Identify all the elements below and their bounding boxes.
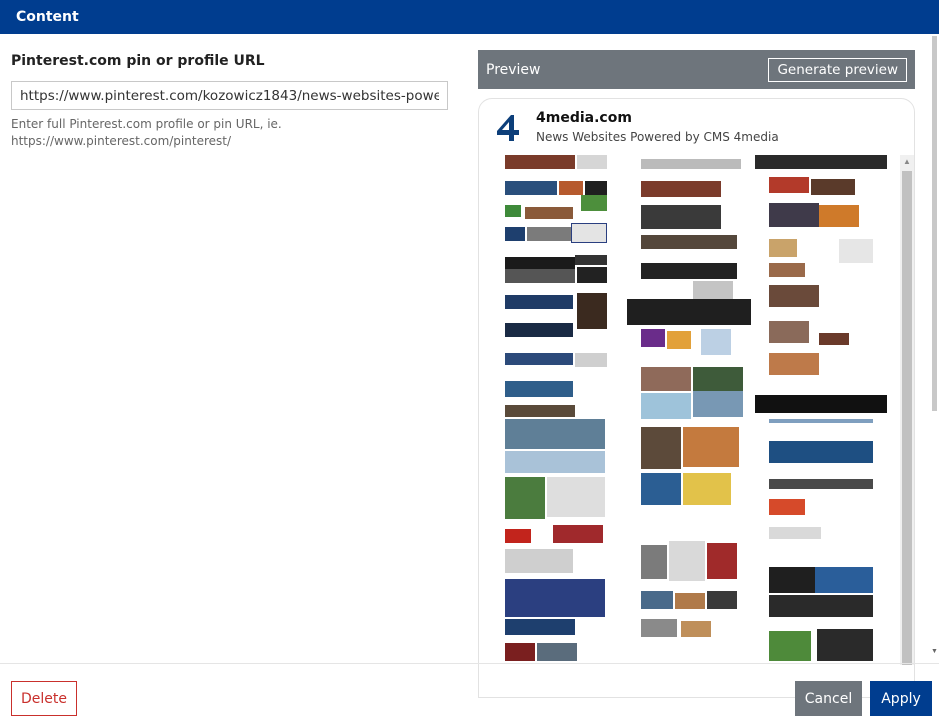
scroll-down-arrow-icon[interactable]: ▼ [930, 648, 939, 657]
website-screenshot-column [621, 155, 755, 665]
help-text-example: https://www.pinterest.com/pinterest/ [11, 134, 232, 148]
4media-logo-icon [497, 115, 519, 141]
footer-divider [0, 663, 939, 664]
pin-board-description: News Websites Powered by CMS 4media [536, 130, 779, 144]
generate-preview-button[interactable]: Generate preview [768, 58, 907, 82]
url-field-label: Pinterest.com pin or profile URL [11, 53, 265, 69]
pin-image-scroll-thumb[interactable] [902, 171, 912, 665]
url-help-text: Enter full Pinterest.com profile or pin … [11, 116, 311, 150]
preview-title: Preview [486, 62, 541, 78]
help-text-line: Enter full Pinterest.com profile or pin … [11, 117, 282, 131]
pin-preview-card: 4media.com News Websites Powered by CMS … [478, 98, 915, 698]
dialog-header: Content [0, 0, 939, 34]
pin-image[interactable] [505, 155, 887, 665]
website-screenshot-column [505, 155, 609, 665]
scroll-up-arrow-icon[interactable]: ▲ [900, 155, 914, 169]
cancel-button[interactable]: Cancel [795, 681, 862, 716]
delete-button[interactable]: Delete [11, 681, 77, 716]
apply-button[interactable]: Apply [870, 681, 932, 716]
website-screenshot-column [755, 155, 887, 665]
pinterest-url-input[interactable] [11, 81, 448, 110]
preview-header: Preview Generate preview [478, 50, 915, 89]
dialog-scroll-thumb[interactable] [932, 36, 937, 411]
pin-author-name[interactable]: 4media.com [536, 110, 632, 126]
dialog-title: Content [16, 9, 79, 25]
